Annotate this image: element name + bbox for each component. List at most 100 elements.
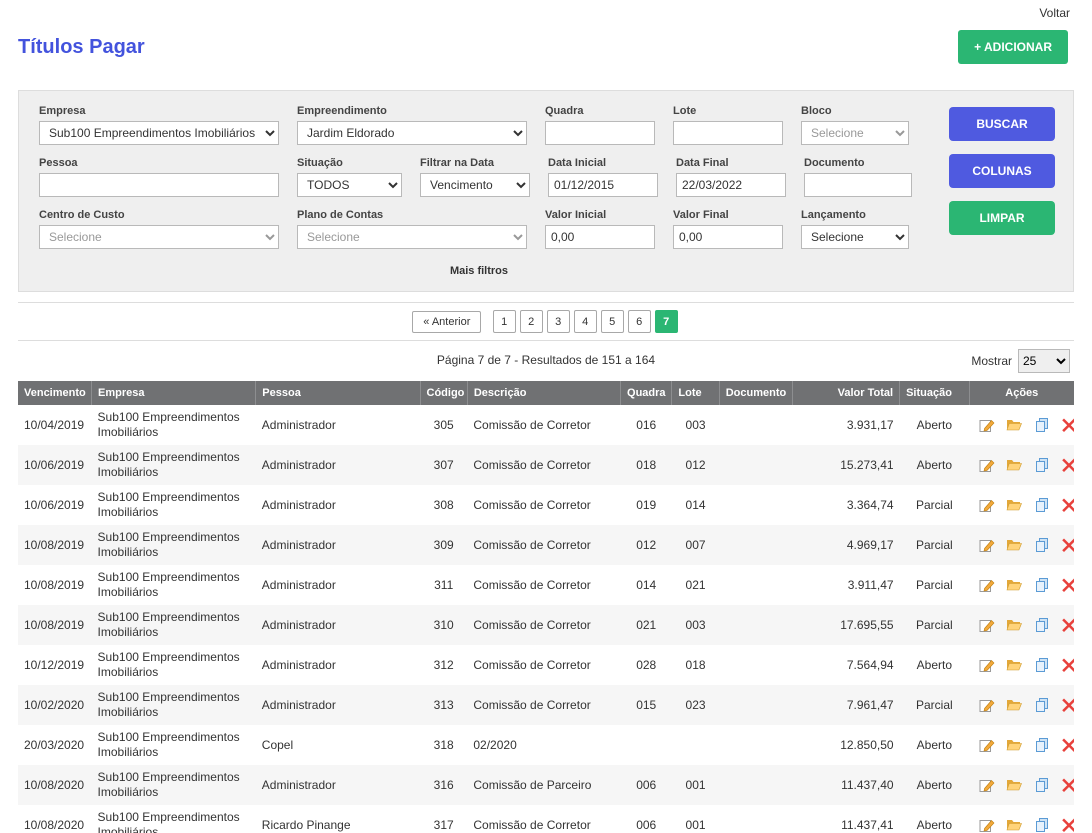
edit-icon[interactable]	[979, 657, 995, 673]
cell-lote: 001	[672, 765, 719, 805]
cell-documento	[719, 485, 793, 525]
page-button-6[interactable]: 6	[628, 310, 651, 333]
copy-icon[interactable]	[1034, 497, 1050, 513]
edit-icon[interactable]	[979, 537, 995, 553]
pessoa-input[interactable]	[39, 173, 279, 197]
cell-lote: 018	[672, 645, 719, 685]
empreendimento-select[interactable]: Jardim Eldorado	[297, 121, 527, 145]
results-summary: Página 7 de 7 - Resultados de 151 a 164	[437, 353, 655, 367]
more-filters-link[interactable]: Mais filtros	[39, 261, 919, 283]
plano-de-contas-select[interactable]: Selecione	[297, 225, 527, 249]
data-inicial-input[interactable]	[548, 173, 658, 197]
colunas-button[interactable]: COLUNAS	[949, 154, 1055, 188]
delete-icon[interactable]	[1061, 817, 1074, 833]
cell-descricao: Comissão de Corretor	[467, 645, 620, 685]
folder-icon[interactable]	[1006, 737, 1022, 753]
edit-icon[interactable]	[979, 457, 995, 473]
quadra-input[interactable]	[545, 121, 655, 145]
limpar-button[interactable]: LIMPAR	[949, 201, 1055, 235]
situacao-select[interactable]: TODOS	[297, 173, 402, 197]
documento-input[interactable]	[804, 173, 912, 197]
page-button-2[interactable]: 2	[520, 310, 543, 333]
page-button-1[interactable]: 1	[493, 310, 516, 333]
delete-icon[interactable]	[1061, 777, 1074, 793]
page-button-7[interactable]: 7	[655, 310, 678, 333]
bloco-select[interactable]: Selecione	[801, 121, 909, 145]
folder-icon[interactable]	[1006, 817, 1022, 833]
empresa-label: Empresa	[39, 105, 279, 117]
col-acoes: Ações	[969, 381, 1074, 405]
folder-icon[interactable]	[1006, 577, 1022, 593]
delete-icon[interactable]	[1061, 537, 1074, 553]
page-button-5[interactable]: 5	[601, 310, 624, 333]
cell-pessoa: Administrador	[256, 685, 420, 725]
folder-icon[interactable]	[1006, 497, 1022, 513]
folder-icon[interactable]	[1006, 457, 1022, 473]
col-empresa: Empresa	[92, 381, 256, 405]
folder-icon[interactable]	[1006, 617, 1022, 633]
folder-icon[interactable]	[1006, 537, 1022, 553]
edit-icon[interactable]	[979, 697, 995, 713]
field-quadra: Quadra	[545, 105, 655, 145]
add-button[interactable]: + ADICIONAR	[958, 30, 1068, 64]
copy-icon[interactable]	[1034, 777, 1050, 793]
lancamento-select[interactable]: Selecione	[801, 225, 909, 249]
field-data-final: Data Final	[676, 157, 786, 197]
filtrar-na-data-select[interactable]: Vencimento	[420, 173, 530, 197]
field-empreendimento: Empreendimento Jardim Eldorado	[297, 105, 527, 145]
delete-icon[interactable]	[1061, 697, 1074, 713]
table-row: 10/08/2020 Sub100 Empreendimentos Imobil…	[18, 805, 1074, 833]
copy-icon[interactable]	[1034, 737, 1050, 753]
valor-inicial-input[interactable]	[545, 225, 655, 249]
cell-empresa: Sub100 Empreendimentos Imobiliários	[92, 525, 256, 565]
folder-icon[interactable]	[1006, 777, 1022, 793]
edit-icon[interactable]	[979, 497, 995, 513]
page-button-3[interactable]: 3	[547, 310, 570, 333]
delete-icon[interactable]	[1061, 657, 1074, 673]
copy-icon[interactable]	[1034, 657, 1050, 673]
cell-empresa: Sub100 Empreendimentos Imobiliários	[92, 685, 256, 725]
page-button-4[interactable]: 4	[574, 310, 597, 333]
delete-icon[interactable]	[1061, 417, 1074, 433]
centro-de-custo-select[interactable]: Selecione	[39, 225, 279, 249]
copy-icon[interactable]	[1034, 457, 1050, 473]
lote-input[interactable]	[673, 121, 783, 145]
copy-icon[interactable]	[1034, 577, 1050, 593]
cell-codigo: 310	[420, 605, 467, 645]
delete-icon[interactable]	[1061, 577, 1074, 593]
delete-icon[interactable]	[1061, 737, 1074, 753]
copy-icon[interactable]	[1034, 617, 1050, 633]
delete-icon[interactable]	[1061, 497, 1074, 513]
delete-icon[interactable]	[1061, 457, 1074, 473]
delete-icon[interactable]	[1061, 617, 1074, 633]
edit-icon[interactable]	[979, 817, 995, 833]
folder-icon[interactable]	[1006, 697, 1022, 713]
cell-acoes	[969, 405, 1074, 445]
copy-icon[interactable]	[1034, 417, 1050, 433]
previous-page-button[interactable]: « Anterior	[412, 311, 481, 333]
titles-table: Vencimento Empresa Pessoa Código Descriç…	[18, 381, 1074, 833]
edit-icon[interactable]	[979, 777, 995, 793]
folder-icon[interactable]	[1006, 657, 1022, 673]
col-codigo: Código	[420, 381, 467, 405]
empresa-select[interactable]: Sub100 Empreendimentos Imobiliários	[39, 121, 279, 145]
cell-descricao: 02/2020	[467, 725, 620, 765]
edit-icon[interactable]	[979, 417, 995, 433]
field-filtrar-na-data: Filtrar na Data Vencimento	[420, 157, 530, 197]
copy-icon[interactable]	[1034, 697, 1050, 713]
data-final-input[interactable]	[676, 173, 786, 197]
page-size-select[interactable]: 25	[1018, 349, 1070, 373]
copy-icon[interactable]	[1034, 817, 1050, 833]
valor-final-input[interactable]	[673, 225, 783, 249]
edit-icon[interactable]	[979, 617, 995, 633]
cell-vencimento: 10/02/2020	[18, 685, 92, 725]
edit-icon[interactable]	[979, 737, 995, 753]
folder-icon[interactable]	[1006, 417, 1022, 433]
back-link[interactable]: Voltar	[1039, 6, 1070, 20]
edit-icon[interactable]	[979, 577, 995, 593]
cell-descricao: Comissão de Corretor	[467, 525, 620, 565]
copy-icon[interactable]	[1034, 537, 1050, 553]
buscar-button[interactable]: BUSCAR	[949, 107, 1055, 141]
field-bloco: Bloco Selecione	[801, 105, 909, 145]
cell-lote: 012	[672, 445, 719, 485]
